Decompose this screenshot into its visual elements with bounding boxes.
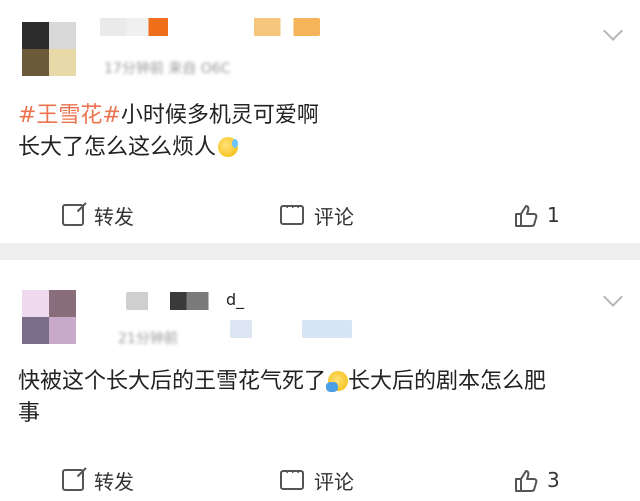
comment-button[interactable]: 评论 [280, 200, 354, 230]
comment-button[interactable]: 评论 [280, 465, 354, 495]
share-icon [62, 204, 84, 226]
post-content: 快被这个长大后的王雪花气死了 长大后的剧本怎么肥 事 [18, 366, 628, 430]
share-button[interactable]: 转发 [62, 465, 134, 495]
content-line-1b: 长大后的剧本怎么肥 [348, 369, 547, 394]
post-meta: 21分钟前 [118, 331, 178, 347]
content-line-2: 长大了怎么这么烦人 [18, 135, 217, 160]
badge-blurred [230, 320, 252, 338]
chevron-down-icon[interactable] [603, 21, 623, 41]
facepalm-emoji-icon [326, 371, 349, 392]
card-divider [0, 243, 640, 260]
comment-icon [280, 465, 304, 490]
post-meta: 17分钟前 来自 O6C [104, 61, 231, 77]
like-button[interactable]: 3 [513, 465, 560, 495]
avatar[interactable] [22, 290, 76, 344]
like-count: 3 [547, 468, 560, 492]
username-partial: d_ [226, 290, 245, 309]
thumbs-up-icon [513, 203, 538, 227]
comment-card-2: d_ 21分钟前 快被这个长大后的王雪花气死了长大后的剧本怎么肥 事 转发 评论… [0, 260, 640, 501]
content-line-1: 快被这个长大后的王雪花气死了 [18, 369, 327, 394]
sweat-emoji-icon [218, 137, 239, 157]
like-count: 1 [547, 203, 560, 227]
share-button[interactable]: 转发 [62, 200, 134, 230]
content-line-2: 事 [18, 401, 41, 426]
thumbs-up-icon [513, 468, 538, 492]
like-button[interactable]: 1 [513, 200, 560, 230]
username-blurred[interactable] [100, 18, 320, 36]
post-content: #王雪花#小时候多机灵可爱啊 长大了怎么这么烦人 [18, 100, 628, 164]
comment-card-1: 17分钟前 来自 O6C #王雪花#小时候多机灵可爱啊 长大了怎么这么烦人 转发… [0, 0, 640, 243]
badge-blurred [302, 320, 352, 338]
comment-icon [280, 200, 304, 225]
avatar[interactable] [22, 22, 76, 76]
share-label: 转发 [94, 204, 134, 229]
share-icon [62, 469, 84, 491]
username-blurred[interactable] [126, 292, 236, 310]
comment-label: 评论 [314, 204, 354, 229]
chevron-down-icon[interactable] [603, 287, 623, 307]
share-label: 转发 [94, 469, 134, 494]
hashtag-link[interactable]: #王雪花# [18, 103, 121, 128]
comment-label: 评论 [314, 469, 354, 494]
content-line-1: 小时候多机灵可爱啊 [120, 103, 319, 128]
